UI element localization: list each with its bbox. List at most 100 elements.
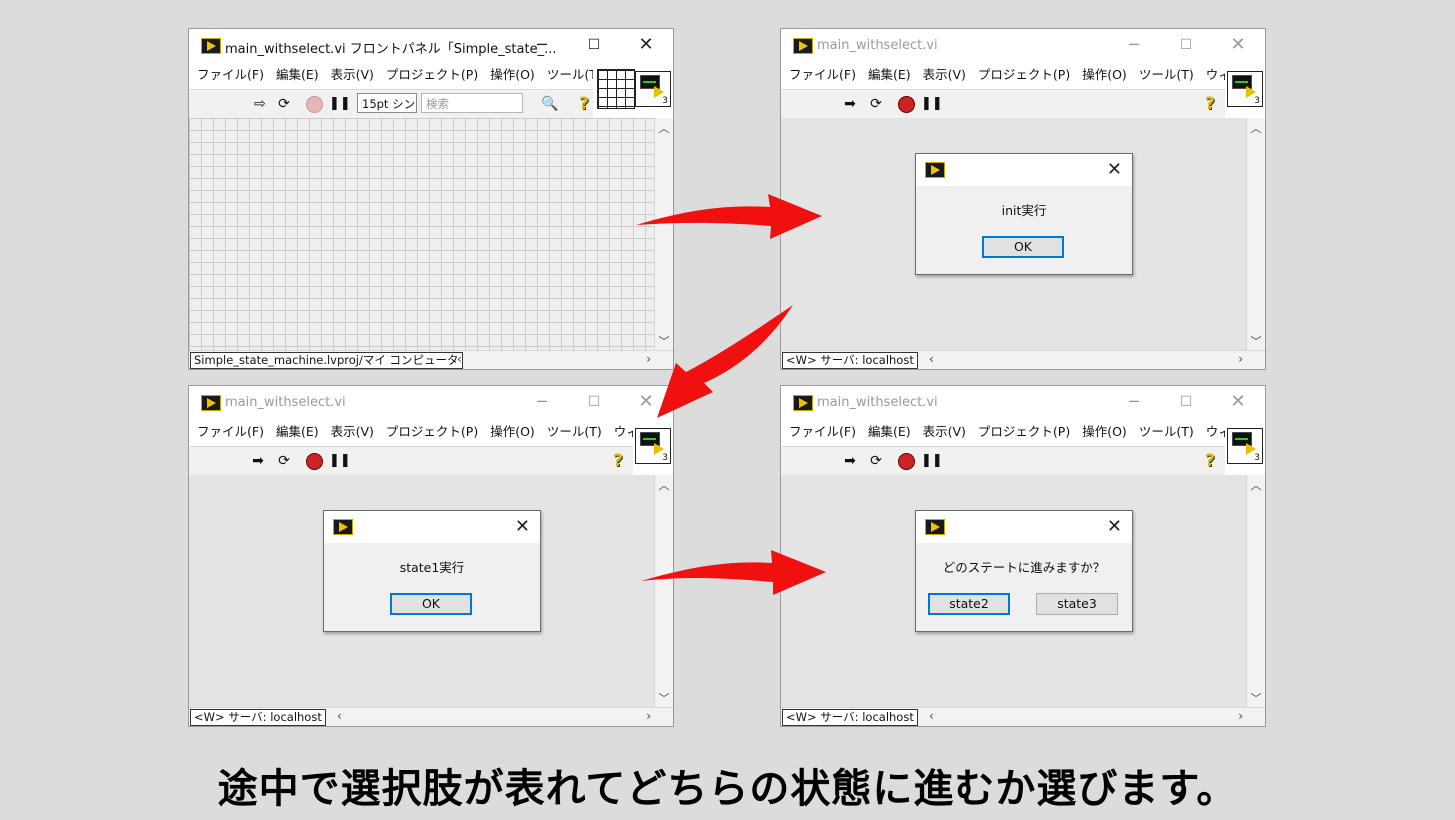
run-arrow-running-icon[interactable]: ➡ [841, 94, 859, 114]
ok-button[interactable]: OK [982, 236, 1064, 258]
context-help-icon[interactable]: ? [575, 94, 593, 114]
run-arrow-running-icon[interactable]: ➡ [249, 451, 267, 471]
maximize-icon[interactable]: ☐ [1173, 390, 1199, 414]
font-selector[interactable]: 15pt シン [357, 93, 417, 113]
menu-tools[interactable]: ツール(T) [547, 420, 602, 444]
run-arrow-running-icon[interactable]: ➡ [841, 451, 859, 471]
search-input[interactable]: 検索 [421, 93, 523, 113]
close-icon[interactable]: ✕ [633, 33, 659, 57]
maximize-icon[interactable]: ☐ [581, 33, 607, 57]
menu-tools[interactable]: ツール(T) [1139, 63, 1194, 87]
scroll-down-icon[interactable]: ﹀ [1247, 333, 1265, 349]
vertical-scrollbar[interactable]: ︿ ﹀ [654, 475, 673, 708]
scroll-right-icon[interactable]: › [646, 709, 651, 723]
state2-button[interactable]: state2 [928, 593, 1010, 615]
menu-edit[interactable]: 編集(E) [276, 63, 319, 87]
vertical-scrollbar[interactable]: ︿ ﹀ [1246, 475, 1265, 708]
vi-icon[interactable]: 3 [635, 428, 671, 464]
maximize-icon[interactable]: ☐ [1173, 33, 1199, 57]
menu-project[interactable]: プロジェクト(P) [978, 63, 1070, 87]
dialog-title-bar[interactable]: ✕ [324, 511, 540, 543]
menu-view[interactable]: 表示(V) [923, 420, 966, 444]
context-help-icon[interactable]: ? [609, 451, 627, 471]
run-continuously-icon[interactable]: ⟳ [275, 451, 293, 471]
abort-stop-icon[interactable] [306, 96, 323, 113]
context-help-icon[interactable]: ? [1201, 94, 1219, 114]
close-icon[interactable]: ✕ [1225, 33, 1251, 57]
title-bar[interactable]: main_withselect.vi ─ ☐ ✕ [189, 386, 673, 418]
scroll-right-icon[interactable]: › [1238, 709, 1243, 723]
minimize-icon[interactable]: ─ [529, 390, 555, 414]
menu-window[interactable]: ウィン [1206, 420, 1225, 444]
maximize-icon[interactable]: ☐ [581, 390, 607, 414]
menu-file[interactable]: ファイル(F) [197, 420, 264, 444]
menu-file[interactable]: ファイル(F) [789, 63, 856, 87]
menu-project[interactable]: プロジェクト(P) [978, 420, 1070, 444]
run-arrow-icon[interactable]: ⇨ [251, 94, 269, 114]
dialog-title-bar[interactable]: ✕ [916, 511, 1132, 543]
menu-operate[interactable]: 操作(O) [490, 63, 535, 87]
vertical-scrollbar[interactable]: ︿ ﹀ [654, 118, 673, 351]
scroll-right-icon[interactable]: › [1238, 352, 1243, 366]
dialog-close-icon[interactable]: ✕ [1107, 159, 1122, 180]
scroll-right-icon[interactable]: › [646, 352, 651, 366]
pause-icon[interactable]: ❚❚ [329, 94, 351, 114]
title-bar[interactable]: main_withselect.vi ─ ☐ ✕ [781, 386, 1265, 418]
menu-operate[interactable]: 操作(O) [1082, 420, 1127, 444]
search-icon[interactable]: 🔍 [541, 94, 559, 114]
vertical-scrollbar[interactable]: ︿ ﹀ [1246, 118, 1265, 351]
dialog-close-icon[interactable]: ✕ [1107, 516, 1122, 537]
menu-project[interactable]: プロジェクト(P) [386, 63, 478, 87]
scroll-up-icon[interactable]: ︿ [1247, 477, 1265, 493]
menu-project[interactable]: プロジェクト(P) [386, 420, 478, 444]
menu-operate[interactable]: 操作(O) [1082, 63, 1127, 87]
connector-pane-icon[interactable] [597, 69, 635, 109]
abort-stop-icon[interactable] [306, 453, 323, 470]
menu-edit[interactable]: 編集(E) [868, 420, 911, 444]
vi-icon[interactable]: 3 [635, 71, 671, 107]
pause-icon[interactable]: ❚❚ [921, 451, 943, 471]
dialog-title-bar[interactable]: ✕ [916, 154, 1132, 186]
menu-file[interactable]: ファイル(F) [197, 63, 264, 87]
run-continuously-icon[interactable]: ⟳ [867, 94, 885, 114]
minimize-icon[interactable]: ─ [1121, 390, 1147, 414]
state3-button[interactable]: state3 [1036, 593, 1118, 615]
scroll-down-icon[interactable]: ﹀ [1247, 690, 1265, 706]
scroll-up-icon[interactable]: ︿ [655, 120, 673, 136]
pause-icon[interactable]: ❚❚ [921, 94, 943, 114]
scroll-left-icon[interactable]: ‹ [929, 352, 934, 366]
vi-icon[interactable]: 3 [1227, 71, 1263, 107]
abort-stop-icon[interactable] [898, 453, 915, 470]
menu-tools[interactable]: ツール(T) [547, 63, 593, 87]
minimize-icon[interactable]: ─ [529, 33, 555, 57]
scroll-left-icon[interactable]: ‹ [929, 709, 934, 723]
ok-button[interactable]: OK [390, 593, 472, 615]
menu-file[interactable]: ファイル(F) [789, 420, 856, 444]
menu-view[interactable]: 表示(V) [331, 420, 374, 444]
menu-view[interactable]: 表示(V) [331, 63, 374, 87]
scroll-down-icon[interactable]: ﹀ [655, 333, 673, 349]
scroll-up-icon[interactable]: ︿ [1247, 120, 1265, 136]
title-bar[interactable]: main_withselect.vi ─ ☐ ✕ [781, 29, 1265, 61]
menu-window[interactable]: ウィン [1206, 63, 1225, 87]
abort-stop-icon[interactable] [898, 96, 915, 113]
minimize-icon[interactable]: ─ [1121, 33, 1147, 57]
menu-view[interactable]: 表示(V) [923, 63, 966, 87]
run-continuously-icon[interactable]: ⟳ [867, 451, 885, 471]
front-panel-canvas[interactable] [189, 118, 655, 351]
menu-window[interactable]: ウィン [614, 420, 633, 444]
scroll-down-icon[interactable]: ﹀ [655, 690, 673, 706]
menu-edit[interactable]: 編集(E) [868, 63, 911, 87]
pause-icon[interactable]: ❚❚ [329, 451, 351, 471]
title-bar[interactable]: main_withselect.vi フロントパネル「Simple_state_… [189, 29, 673, 61]
scroll-up-icon[interactable]: ︿ [655, 477, 673, 493]
run-continuously-icon[interactable]: ⟳ [275, 94, 293, 114]
scroll-left-icon[interactable]: ‹ [337, 709, 342, 723]
scroll-left-icon[interactable]: ‹ [457, 352, 462, 366]
menu-operate[interactable]: 操作(O) [490, 420, 535, 444]
menu-tools[interactable]: ツール(T) [1139, 420, 1194, 444]
context-help-icon[interactable]: ? [1201, 451, 1219, 471]
menu-edit[interactable]: 編集(E) [276, 420, 319, 444]
close-icon[interactable]: ✕ [633, 390, 659, 414]
dialog-close-icon[interactable]: ✕ [515, 516, 530, 537]
